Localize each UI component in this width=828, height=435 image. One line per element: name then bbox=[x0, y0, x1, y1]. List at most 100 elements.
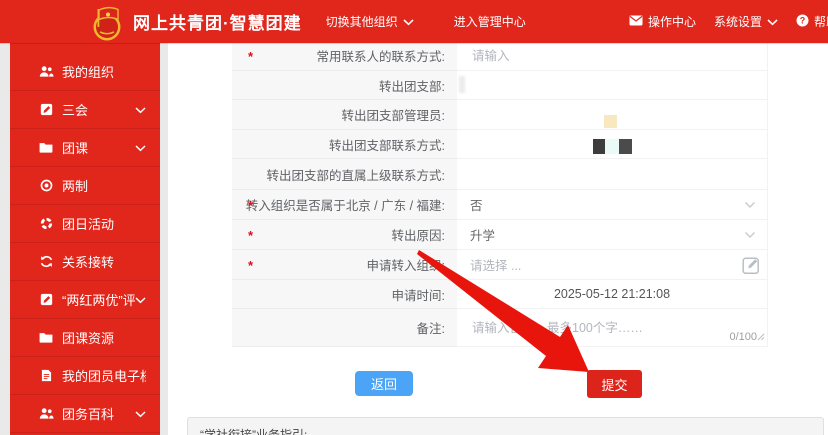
form-row-apply-time: 申请时间: 2025-05-12 21:21:08 bbox=[232, 280, 768, 309]
guide-box: “学社衔接”业务指引: bbox=[187, 417, 824, 435]
document-icon bbox=[38, 369, 54, 382]
required-marker: * bbox=[248, 258, 253, 273]
sidebar-item-label: 团务百科 bbox=[62, 404, 135, 423]
chevron-down-icon bbox=[135, 406, 146, 421]
sidebar-item-league-class[interactable]: 团课 bbox=[10, 129, 160, 167]
help-label: 帮助 bbox=[814, 13, 828, 30]
form-row-out-branch-admin: 转出团支部管理员: bbox=[232, 100, 768, 130]
brand-title: 网上共青团·智慧团建 bbox=[133, 9, 302, 34]
league-emblem-logo bbox=[88, 5, 126, 43]
switch-org-label: 切换其他组织 bbox=[326, 13, 398, 30]
chevron-down-icon bbox=[767, 15, 778, 29]
page: 网上共青团·智慧团建 切换其他组织 进入管理中心 操作中心 系统设置 bbox=[0, 0, 828, 435]
target-organization-picker[interactable]: 请选择 ... bbox=[457, 250, 768, 280]
question-circle-icon: ? bbox=[796, 14, 809, 30]
svg-text:?: ? bbox=[800, 15, 806, 25]
sidebar-item-member-e-archive[interactable]: 我的团员电子档案 bbox=[10, 357, 160, 395]
form-row-out-branch: 转出团支部: bbox=[232, 71, 768, 100]
select-value: 升学 bbox=[470, 225, 495, 244]
required-marker: * bbox=[248, 198, 253, 213]
field-label: 转入组织是否属于北京 / 广东 / 福建: bbox=[246, 195, 445, 214]
field-label: 申请转入组织: bbox=[367, 255, 445, 274]
sync-icon bbox=[38, 255, 54, 268]
redacted-value bbox=[619, 139, 632, 154]
field-label: 转出原因: bbox=[392, 225, 445, 244]
top-header: 网上共青团·智慧团建 切换其他组织 进入管理中心 操作中心 系统设置 bbox=[0, 0, 828, 43]
form-row-out-branch-contact: 转出团支部联系方式: bbox=[232, 130, 768, 159]
sidebar-item-label: 团课资源 bbox=[62, 328, 146, 347]
sidebar-item-my-organization[interactable]: 我的组织 bbox=[10, 53, 160, 91]
action-center-link[interactable]: 操作中心 bbox=[629, 13, 696, 30]
edit-icon[interactable] bbox=[742, 255, 761, 274]
chevron-down-icon bbox=[135, 102, 146, 117]
field-label: 转出团支部联系方式: bbox=[329, 135, 445, 154]
sidebar-item-label: 团日活动 bbox=[62, 214, 146, 233]
guide-heading: “学社衔接”业务指引: bbox=[200, 428, 307, 435]
chevron-down-icon bbox=[744, 198, 756, 212]
users-icon bbox=[38, 407, 54, 420]
select-value: 否 bbox=[470, 195, 483, 214]
pencil-square-icon bbox=[38, 293, 54, 306]
system-settings-label: 系统设置 bbox=[714, 13, 762, 30]
sidebar-item-relation-transfer[interactable]: 关系接转 bbox=[10, 243, 160, 281]
sidebar-item-league-wiki[interactable]: 团务百科 bbox=[10, 395, 160, 433]
sidebar-item-label: 团课 bbox=[62, 138, 135, 157]
chevron-down-icon bbox=[135, 292, 146, 307]
folder-icon bbox=[38, 332, 54, 343]
pencil-square-icon bbox=[38, 103, 54, 116]
sidebar-item-two-red-two-excellent[interactable]: “两红两优”评选 bbox=[10, 281, 160, 319]
form-row-contact-method: * 常用联系人的联系方式: bbox=[232, 41, 768, 71]
sidebar-item-label: 三会 bbox=[62, 100, 135, 119]
field-label: 备注: bbox=[417, 318, 445, 337]
sidebar-nav: 我的组织 三会 团课 两制 bbox=[10, 43, 160, 435]
form-row-transfer-reason: * 转出原因: 升学 bbox=[232, 220, 768, 250]
switch-org-menu[interactable]: 切换其他组织 bbox=[326, 13, 414, 30]
action-center-label: 操作中心 bbox=[648, 13, 696, 30]
transfer-form: * 常用联系人的联系方式: 转出团支部: 转出团支部管理员: 转出团支部联系方式… bbox=[232, 40, 768, 347]
remarks-textarea[interactable] bbox=[470, 315, 747, 345]
envelope-icon bbox=[629, 15, 643, 29]
resize-handle-icon[interactable] bbox=[757, 330, 765, 344]
sidebar-item-label: 两制 bbox=[62, 176, 146, 195]
submit-button[interactable]: 提交 bbox=[587, 370, 642, 398]
sidebar-item-league-day-activity[interactable]: 团日活动 bbox=[10, 205, 160, 243]
field-label: 申请时间: bbox=[392, 285, 445, 304]
users-icon bbox=[38, 65, 54, 78]
system-settings-menu[interactable]: 系统设置 bbox=[714, 13, 778, 30]
form-row-target-organization: * 申请转入组织: 请选择 ... bbox=[232, 250, 768, 280]
picker-placeholder: 请选择 ... bbox=[470, 255, 521, 274]
recycle-icon bbox=[38, 217, 54, 230]
redacted-value bbox=[604, 115, 617, 128]
enter-admin-link[interactable]: 进入管理中心 bbox=[454, 13, 526, 30]
chevron-down-icon bbox=[744, 228, 756, 242]
sidebar-item-label: 关系接转 bbox=[62, 252, 146, 271]
sidebar-item-two-systems[interactable]: 两制 bbox=[10, 167, 160, 205]
form-row-superior-contact: 转出团支部的直属上级联系方式: bbox=[232, 159, 768, 190]
required-marker: * bbox=[248, 49, 253, 64]
folder-icon bbox=[38, 142, 54, 153]
redacted-value bbox=[605, 139, 619, 154]
field-label: 转出团支部: bbox=[379, 76, 445, 95]
chevron-down-icon bbox=[135, 140, 146, 155]
field-label: 常用联系人的联系方式: bbox=[317, 46, 445, 65]
region-select[interactable]: 否 bbox=[457, 190, 768, 220]
back-button[interactable]: 返回 bbox=[355, 371, 413, 396]
sidebar-item-label: 我的组织 bbox=[62, 62, 146, 81]
apply-time-value: 2025-05-12 21:21:08 bbox=[470, 287, 767, 301]
contact-method-input[interactable] bbox=[470, 48, 741, 64]
form-row-remarks: 备注: 0/100 bbox=[232, 309, 768, 347]
redacted-value bbox=[459, 76, 465, 93]
form-row-region-select: * 转入组织是否属于北京 / 广东 / 福建: 否 bbox=[232, 190, 768, 220]
transfer-reason-select[interactable]: 升学 bbox=[457, 220, 768, 250]
enter-admin-label: 进入管理中心 bbox=[454, 13, 526, 30]
sidebar-item-label: 我的团员电子档案 bbox=[62, 366, 146, 385]
redacted-value bbox=[593, 139, 605, 154]
help-link[interactable]: ? 帮助 bbox=[796, 13, 828, 30]
target-icon bbox=[38, 179, 54, 192]
sidebar-item-label: “两红两优”评选 bbox=[62, 290, 135, 309]
sidebar-item-class-resources[interactable]: 团课资源 bbox=[10, 319, 160, 357]
field-label: 转出团支部的直属上级联系方式: bbox=[267, 165, 445, 184]
required-marker: * bbox=[248, 228, 253, 243]
sidebar-item-three-meetings[interactable]: 三会 bbox=[10, 91, 160, 129]
char-counter: 0/100 bbox=[729, 331, 757, 343]
